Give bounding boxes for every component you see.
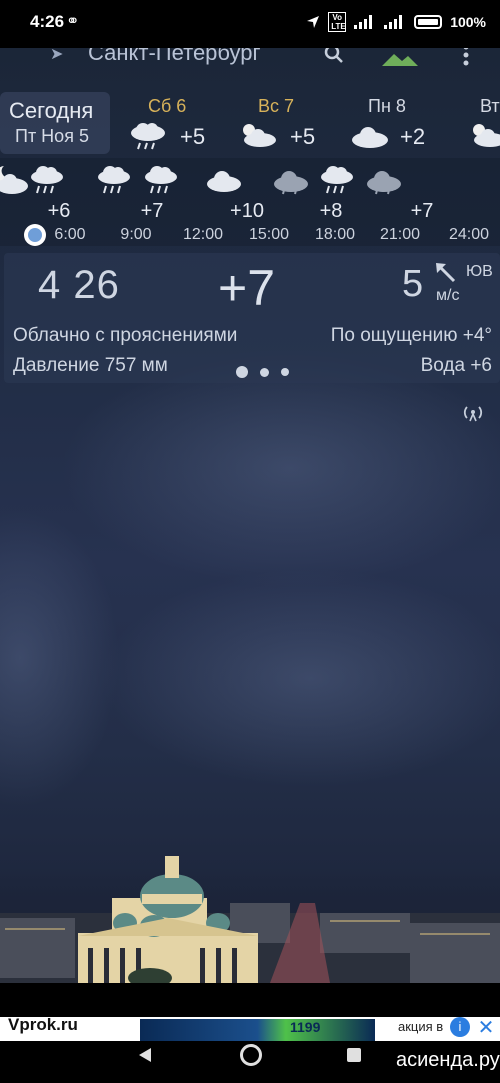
day-name: Пн 8: [368, 96, 406, 116]
status-time: 4:26: [30, 12, 65, 31]
hourly-time: 21:00: [379, 226, 421, 243]
rain-icon: [321, 166, 353, 194]
day-item[interactable]: Вс 7 +5: [238, 92, 338, 154]
page-dot: [260, 367, 269, 377]
rain-icon: [98, 166, 130, 194]
battery-icon: [414, 15, 443, 29]
hourly-temp: +7: [410, 200, 434, 222]
hourly-time: 18:00: [314, 226, 356, 243]
status-bar: 4:26 ⚭ Vo LTE 100%: [0, 0, 500, 48]
city-background-image: [0, 856, 500, 983]
water-temp: Вода +6: [420, 355, 492, 376]
search-icon[interactable]: [322, 48, 346, 66]
ad-banner-text: 1199: [290, 1019, 321, 1035]
hourly-temp: +7: [140, 200, 164, 222]
current-time: 4 26: [38, 263, 120, 307]
hourly-time: 9:00: [120, 226, 152, 243]
rain-icon: [31, 166, 63, 194]
radar-icon[interactable]: [462, 404, 484, 422]
ad-right-text: акция в: [398, 1019, 444, 1034]
day-item[interactable]: Пн 8 +2: [350, 92, 450, 154]
hourly-time: 12:00: [182, 226, 224, 243]
day-temp: +5: [290, 124, 316, 149]
app-bar: ➤ Санкт-Петербург: [0, 48, 500, 88]
current-temp: +7: [218, 260, 276, 316]
recent-apps-icon[interactable]: [347, 1048, 361, 1062]
volte-icon: Vo LTE: [328, 12, 347, 32]
page-dot: [281, 368, 289, 376]
day-item[interactable]: Вт: [468, 92, 500, 154]
day-today[interactable]: Сегодня Пт Ноя 5: [0, 92, 110, 154]
hourly-temp: +10: [230, 200, 264, 222]
day-name: Вт: [480, 96, 500, 116]
cloudy-icon: [352, 127, 388, 148]
hourly-temp: +6: [47, 200, 71, 222]
current-weather-card[interactable]: 4 26 +7 5 ЮВ м/с Облачно с прояснениями …: [4, 253, 500, 383]
back-icon[interactable]: [137, 1047, 153, 1063]
page-indicator[interactable]: [236, 366, 289, 378]
city-name[interactable]: Санкт-Петербург: [88, 48, 261, 66]
link-icon: ⚭: [66, 13, 80, 30]
condition-text: Облачно с прояснениями: [13, 325, 238, 346]
today-date: Пт Ноя 5: [15, 126, 89, 146]
pressure: Давление 757 мм: [13, 355, 168, 376]
today-label: Сегодня: [9, 98, 94, 123]
ad-image[interactable]: 1199: [140, 1019, 375, 1041]
ad-left-text: Vprok.ru: [8, 1017, 78, 1034]
wind-arrow-icon: [436, 263, 456, 283]
hourly-time: 6:00: [54, 226, 86, 243]
day-temp: +5: [180, 124, 206, 149]
hourly-time: 24:00: [448, 226, 490, 243]
feels-like: По ощущению +4°: [330, 325, 492, 346]
hourly-forecast[interactable]: +6 +7 +10 +8 +7 6:00 9:00 12:00 15:00 18…: [0, 158, 500, 246]
day-item[interactable]: Сб 6 +5: [128, 92, 228, 154]
wind-unit: м/с: [436, 287, 460, 304]
system-nav-bar: асиенда.ру: [0, 1041, 500, 1083]
ad-area: Vprok.ru 1199 акция в i ✕: [0, 983, 500, 1041]
cloudy-icon: [274, 171, 308, 195]
hourly-temp: +8: [319, 200, 343, 222]
ad-banner[interactable]: Vprok.ru 1199 акция в i ✕: [0, 1017, 500, 1041]
location-arrow-icon: [307, 16, 320, 28]
signal-icon: [354, 15, 373, 29]
info-icon[interactable]: i: [450, 1017, 470, 1037]
day-name: Сб 6: [148, 96, 187, 116]
cloudy-icon: [367, 171, 401, 195]
signal-icon-2: [384, 15, 403, 29]
cloud-bg: [100, 568, 500, 788]
rain-icon: [145, 166, 177, 194]
day-name: Вс 7: [258, 96, 295, 116]
cloud-bg: [60, 348, 500, 588]
wind-speed: 5: [402, 263, 424, 305]
cloud-bg: [0, 508, 120, 808]
map-icon[interactable]: [382, 52, 418, 66]
home-icon[interactable]: [240, 1044, 262, 1066]
close-icon[interactable]: ✕: [476, 1017, 496, 1039]
day-temp: +2: [400, 124, 426, 149]
more-menu-icon[interactable]: [458, 48, 474, 68]
weather-screen: ➤ Санкт-Петербург Сегодня Пт Ноя 5 Сб 6 …: [0, 48, 500, 983]
page-dot-active: [236, 366, 248, 378]
daily-forecast: Сегодня Пт Ноя 5 Сб 6 +5 Вс 7 +5 Пн 8 +2…: [0, 90, 500, 156]
status-icons: Vo LTE 100%: [306, 12, 486, 32]
current-time-marker: [24, 224, 46, 246]
partly-cloudy-icon: [243, 124, 276, 147]
wind-direction: ЮВ: [466, 263, 493, 280]
battery-percent: 100%: [450, 14, 486, 30]
cloudy-icon: [207, 171, 241, 192]
partly-cloudy-icon: [473, 124, 500, 147]
rain-icon: [131, 123, 165, 150]
location-arrow-icon[interactable]: ➤: [50, 48, 63, 64]
hourly-time: 15:00: [248, 226, 290, 243]
watermark: асиенда.ру: [396, 1049, 500, 1071]
